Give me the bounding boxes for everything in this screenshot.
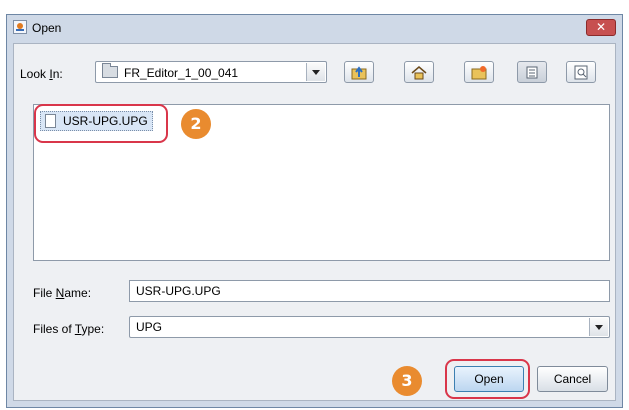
java-app-icon <box>13 20 27 34</box>
list-view-button[interactable] <box>517 61 547 83</box>
file-name-field[interactable]: USR-UPG.UPG <box>129 280 610 302</box>
look-in-label: Look In: <box>20 67 63 81</box>
title-bar[interactable]: Open ✕ <box>7 15 622 41</box>
cancel-button[interactable]: Cancel <box>537 366 608 392</box>
folder-icon <box>102 63 118 78</box>
chevron-down-icon[interactable] <box>306 63 325 81</box>
file-type-label: Files of Type: <box>33 322 104 336</box>
new-folder-icon <box>471 66 487 80</box>
file-type-value: UPG <box>136 320 163 334</box>
file-name-label: File Name: <box>33 286 91 300</box>
look-in-value: FR_Editor_1_00_041 <box>124 66 239 80</box>
look-in-label-part: n: <box>52 67 63 81</box>
dialog-title: Open <box>32 21 62 35</box>
file-type-combo[interactable]: UPG <box>129 316 610 338</box>
file-name-label-part: File <box>33 286 56 300</box>
file-name-label-part: ame: <box>64 286 92 300</box>
home-icon <box>411 66 427 80</box>
callout-badge-3: 3 <box>392 366 422 396</box>
home-button[interactable] <box>404 61 434 83</box>
close-button[interactable]: ✕ <box>586 19 616 36</box>
callout-badge-2: 2 <box>181 109 211 139</box>
new-folder-button[interactable] <box>464 61 494 83</box>
chevron-down-icon[interactable] <box>589 318 608 336</box>
up-one-level-button[interactable] <box>344 61 374 83</box>
look-in-label-part: Look <box>20 67 50 81</box>
open-button[interactable]: Open <box>454 366 524 392</box>
details-view-icon <box>574 65 588 80</box>
file-type-label-part: ype: <box>81 322 105 336</box>
list-view-icon <box>526 66 538 79</box>
up-folder-icon <box>351 66 367 80</box>
look-in-combo[interactable]: FR_Editor_1_00_041 <box>95 61 327 83</box>
file-type-label-part: Files of <box>33 322 75 336</box>
callout-ring-file <box>34 104 168 143</box>
details-view-button[interactable] <box>566 61 596 83</box>
